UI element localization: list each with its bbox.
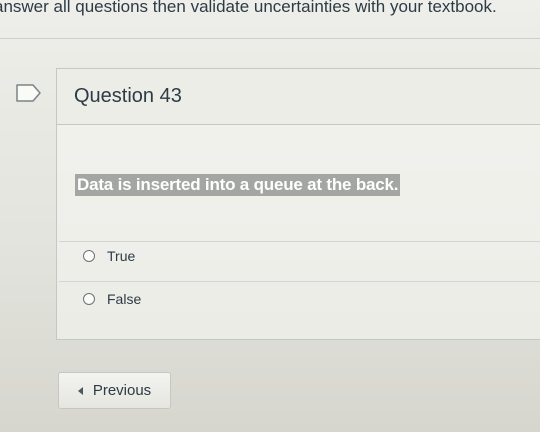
- question-text: Data is inserted into a queue at the bac…: [75, 174, 401, 196]
- answer-option-true[interactable]: True: [83, 245, 135, 267]
- radio-button[interactable]: [83, 293, 95, 305]
- flag-icon[interactable]: [16, 84, 42, 102]
- answer-label: True: [107, 248, 136, 264]
- previous-button[interactable]: Previous: [58, 372, 171, 409]
- question-card: Question 43 Data is inserted into a queu…: [56, 68, 540, 340]
- radio-button[interactable]: [83, 250, 95, 262]
- question-title: Question 43: [74, 85, 182, 107]
- answer-divider: [59, 281, 540, 282]
- answers-divider: [59, 241, 540, 242]
- caret-left-icon: [77, 386, 83, 395]
- instruction-divider: [0, 38, 540, 39]
- previous-button-label: Previous: [92, 382, 152, 399]
- question-header: Question 43: [57, 69, 540, 125]
- answer-label: False: [107, 291, 142, 307]
- answer-option-false[interactable]: False: [83, 288, 141, 310]
- quiz-instruction: answer all questions then validate uncer…: [0, 0, 497, 16]
